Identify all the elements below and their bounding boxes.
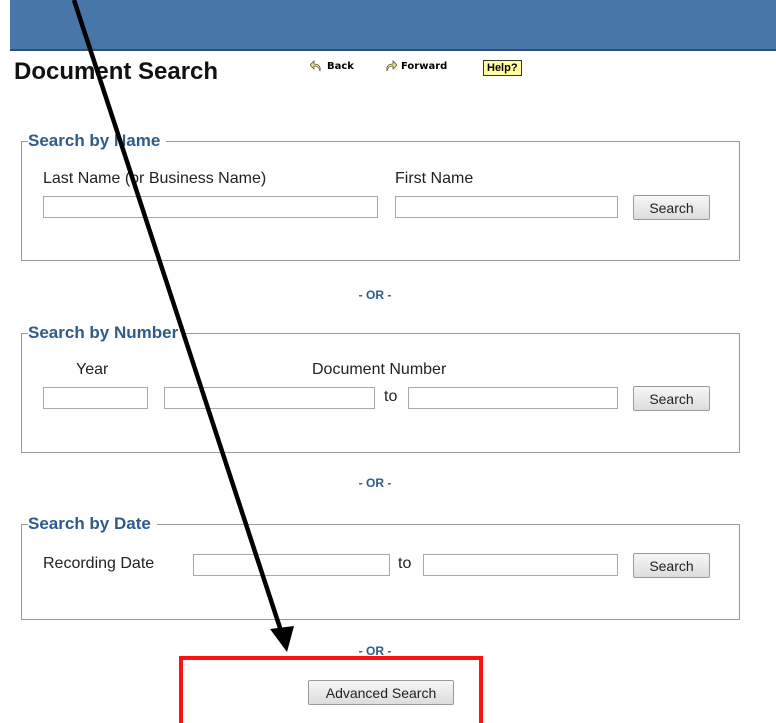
recording-date-to-input[interactable] (423, 554, 618, 576)
or-separator: - OR - (358, 288, 392, 302)
search-by-name-legend: Search by Name (28, 131, 161, 150)
first-name-input[interactable] (395, 196, 618, 218)
document-number-to-input[interactable] (408, 387, 618, 409)
forward-link[interactable]: Forward (384, 60, 447, 73)
search-by-number-legend: Search by Number (28, 323, 179, 342)
recording-date-from-input[interactable] (193, 554, 390, 576)
header-bar (10, 0, 776, 51)
last-name-label: Last Name (or Business Name) (43, 170, 267, 187)
back-arrow-icon (310, 60, 321, 72)
number-to-label: to (384, 388, 398, 405)
back-label: Back (327, 61, 354, 72)
document-number-from-input[interactable] (164, 387, 375, 409)
recording-date-label: Recording Date (43, 555, 155, 572)
year-label: Year (76, 361, 109, 378)
forward-label: Forward (401, 61, 448, 72)
document-number-label: Document Number (312, 361, 447, 378)
year-input[interactable] (43, 387, 148, 409)
forward-arrow-icon (386, 60, 397, 72)
page-title: Document Search (14, 58, 219, 85)
search-by-name-button[interactable]: Search (633, 195, 710, 220)
search-by-number-button[interactable]: Search (633, 386, 710, 411)
help-button[interactable]: Help? (483, 60, 522, 76)
date-to-label: to (398, 555, 412, 572)
advanced-search-button[interactable]: Advanced Search (308, 680, 454, 705)
search-by-date-legend: Search by Date (28, 514, 151, 533)
last-name-input[interactable] (43, 196, 378, 218)
first-name-label: First Name (395, 170, 474, 187)
back-link[interactable]: Back (310, 60, 354, 73)
search-by-date-button[interactable]: Search (633, 553, 710, 578)
or-separator: - OR - (358, 476, 392, 490)
